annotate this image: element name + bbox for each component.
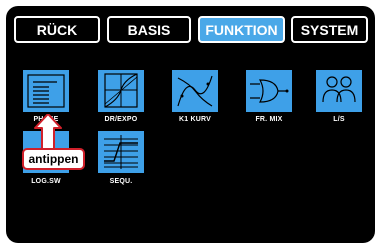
transmitter-screen: RÜCK BASIS FUNKTION SYSTEM PHASE DR/EXPO xyxy=(6,6,375,243)
tab-back[interactable]: RÜCK xyxy=(14,16,100,43)
teacher-student-label: L/S xyxy=(333,116,345,123)
teacher-student-icon xyxy=(322,76,356,103)
phase-button[interactable] xyxy=(23,70,69,112)
k1-curve-button[interactable] xyxy=(172,70,218,112)
logic-switch-label: LOG.SW xyxy=(31,178,61,185)
dr-expo-label: DR/EXPO xyxy=(104,116,138,123)
tab-system[interactable]: SYSTEM xyxy=(291,16,368,43)
callout-arrow-icon xyxy=(34,114,62,150)
teacher-student-button[interactable] xyxy=(316,70,362,112)
k1-curve-label: K1 KURV xyxy=(178,116,211,123)
tab-funktion[interactable]: FUNKTION xyxy=(198,16,285,43)
phase-icon xyxy=(27,74,65,108)
free-mix-label: FR. MIX xyxy=(255,116,283,123)
tap-hint-callout: antippen xyxy=(22,148,85,170)
dr-expo-icon xyxy=(104,73,138,108)
k1-curve-icon xyxy=(177,75,213,107)
free-mix-icon xyxy=(250,79,289,103)
free-mix-button[interactable] xyxy=(246,70,292,112)
dr-expo-button[interactable] xyxy=(98,70,144,112)
sequencer-icon xyxy=(104,135,138,169)
sequencer-label: SEQU. xyxy=(109,178,133,185)
tab-basis[interactable]: BASIS xyxy=(107,16,191,43)
sequencer-button[interactable] xyxy=(98,131,144,173)
